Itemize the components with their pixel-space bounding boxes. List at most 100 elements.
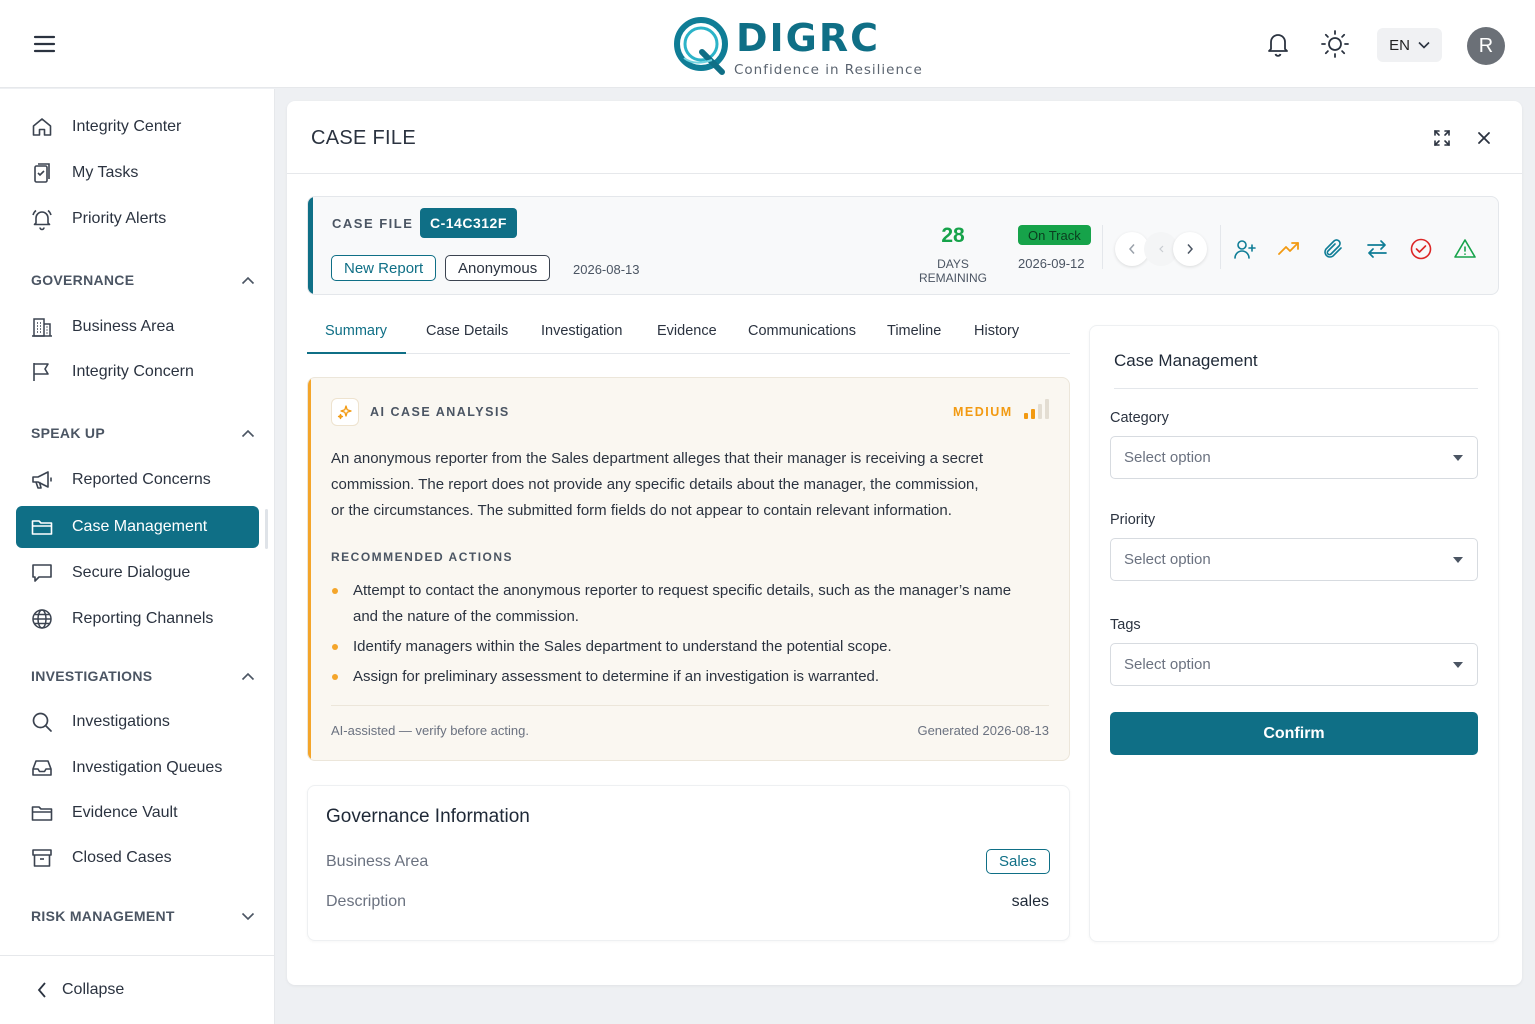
sidebar-item-label: My Tasks <box>72 164 139 181</box>
ai-generated-date: Generated 2026-08-13 <box>917 723 1049 738</box>
sidebar-item-label: Business Area <box>72 318 175 335</box>
transfer-arrows-icon[interactable] <box>1365 237 1389 261</box>
priority-placeholder: Select option <box>1124 551 1211 568</box>
home-icon <box>32 118 52 136</box>
divider <box>1102 225 1103 269</box>
tab-evidence[interactable]: Evidence <box>657 323 717 339</box>
sidebar-item-reported-concerns[interactable]: Reported Concerns <box>16 459 259 501</box>
tab-timeline[interactable]: Timeline <box>887 323 941 339</box>
sidebar-item-my-tasks[interactable]: My Tasks <box>16 152 259 194</box>
section-title: SPEAK UP <box>31 425 105 441</box>
resolve-check-icon[interactable] <box>1409 237 1433 261</box>
governance-title: Governance Information <box>326 806 530 827</box>
tab-summary[interactable]: Summary <box>325 323 387 339</box>
section-risk-management-header[interactable]: RISK MANAGEMENT <box>31 908 255 924</box>
folder-icon <box>31 806 53 821</box>
theme-toggle-sun-icon[interactable] <box>1320 29 1350 59</box>
tags-placeholder: Select option <box>1124 656 1211 673</box>
building-icon <box>32 318 52 337</box>
card-accent <box>308 378 311 760</box>
next-case-button[interactable] <box>1173 232 1207 266</box>
sidebar-item-label: Integrity Concern <box>72 363 194 380</box>
flag-icon <box>33 363 49 381</box>
priority-select[interactable]: Select option <box>1110 538 1478 581</box>
archive-icon <box>32 849 52 867</box>
days-remaining-label: DAYS REMAINING <box>918 257 987 285</box>
days-remaining-value: 28 <box>941 224 965 247</box>
sidebar-item-integrity-center[interactable]: Integrity Center <box>16 106 259 148</box>
sidebar-item-label: Integrity Center <box>72 118 182 135</box>
tags-label: Tags <box>1110 617 1141 633</box>
warning-triangle-icon[interactable] <box>1453 237 1477 261</box>
fullscreen-icon[interactable] <box>1433 129 1451 147</box>
escalate-trend-icon[interactable] <box>1277 237 1301 261</box>
sidebar-item-label: Priority Alerts <box>72 210 167 227</box>
recommended-actions-list: Attempt to contact the anonymous reporte… <box>331 578 1031 694</box>
menu-icon[interactable] <box>32 32 58 56</box>
inbox-icon <box>32 760 52 776</box>
chat-icon <box>32 564 52 582</box>
sidebar-item-label: Reported Concerns <box>72 471 211 488</box>
case-tabs: Summary Case Details Investigation Evide… <box>307 313 1070 354</box>
sidebar-item-label: Investigations <box>72 713 170 730</box>
ai-analysis-card: AI CASE ANALYSIS MEDIUM An anonymous rep… <box>307 377 1070 761</box>
sidebar-item-secure-dialogue[interactable]: Secure Dialogue <box>16 552 259 594</box>
sidebar-item-integrity-concern[interactable]: Integrity Concern <box>16 351 259 393</box>
tab-case-details[interactable]: Case Details <box>426 323 508 339</box>
sidebar-item-business-area[interactable]: Business Area <box>16 306 259 348</box>
avatar-initial: R <box>1478 34 1494 57</box>
sidebar-item-investigations[interactable]: Investigations <box>16 701 259 743</box>
assign-user-icon[interactable] <box>1233 237 1257 261</box>
sidebar-item-reporting-channels[interactable]: Reporting Channels <box>16 598 259 640</box>
close-icon[interactable] <box>1475 129 1493 147</box>
notifications-bell-icon[interactable] <box>1264 30 1292 58</box>
page-title: CASE FILE <box>311 127 416 149</box>
card-accent <box>308 197 313 294</box>
sidebar-item-case-management[interactable]: Case Management <box>16 506 259 548</box>
language-selector[interactable]: EN <box>1377 28 1442 62</box>
clipboard-icon <box>34 163 50 183</box>
status-chip[interactable]: New Report <box>331 255 437 281</box>
user-avatar[interactable]: R <box>1467 27 1505 65</box>
brand-logo[interactable]: DIGRC Confidence in Resilience <box>672 14 922 80</box>
chevron-up-icon <box>241 672 255 680</box>
collapse-label: Collapse <box>62 981 125 998</box>
list-item: Assign for preliminary assessment to det… <box>331 664 1031 690</box>
business-area-chip[interactable]: Sales <box>986 849 1050 874</box>
sidebar-item-label: Closed Cases <box>72 849 172 866</box>
tab-investigation[interactable]: Investigation <box>541 323 622 339</box>
list-item: Identify managers within the Sales depar… <box>331 634 1031 660</box>
sidebar-scrollbar[interactable] <box>265 509 268 549</box>
section-speak-up-header[interactable]: SPEAK UP <box>31 425 255 441</box>
divider <box>1114 388 1478 389</box>
tab-history[interactable]: History <box>974 323 1019 339</box>
tags-select[interactable]: Select option <box>1110 643 1478 686</box>
chevron-down-icon <box>241 912 255 920</box>
description-value: sales <box>1011 893 1049 910</box>
case-id-badge[interactable]: C-14C312F <box>420 208 517 238</box>
collapse-sidebar-button[interactable]: Collapse <box>0 955 275 1024</box>
reporter-chip[interactable]: Anonymous <box>445 255 551 281</box>
category-select[interactable]: Select option <box>1110 436 1478 479</box>
case-file-panel: CASE FILE CASE FILE C-14C312F New Report… <box>287 101 1522 985</box>
sidebar-item-investigation-queues[interactable]: Investigation Queues <box>16 747 259 789</box>
sidebar-item-label: Secure Dialogue <box>72 564 191 581</box>
top-bar: DIGRC Confidence in Resilience EN R <box>0 0 1535 88</box>
chevron-up-icon <box>241 429 255 437</box>
category-label: Category <box>1110 410 1169 426</box>
brand-name: DIGRC <box>736 16 881 60</box>
attachment-paperclip-icon[interactable] <box>1321 237 1345 261</box>
search-icon <box>32 712 52 732</box>
case-file-label: CASE FILE <box>332 216 414 231</box>
confirm-button[interactable]: Confirm <box>1110 712 1478 755</box>
sidebar-item-label: Reporting Channels <box>72 610 214 627</box>
tab-communications[interactable]: Communications <box>748 323 856 339</box>
sidebar-item-evidence-vault[interactable]: Evidence Vault <box>16 792 259 834</box>
section-governance-header[interactable]: GOVERNANCE <box>31 272 255 288</box>
sidebar-item-priority-alerts[interactable]: Priority Alerts <box>16 198 259 240</box>
caret-down-icon <box>1453 556 1463 563</box>
section-investigations-header[interactable]: INVESTIGATIONS <box>31 668 255 684</box>
due-date: 2026-09-12 <box>1018 256 1085 271</box>
description-label: Description <box>326 893 407 910</box>
sidebar-item-closed-cases[interactable]: Closed Cases <box>16 837 259 879</box>
